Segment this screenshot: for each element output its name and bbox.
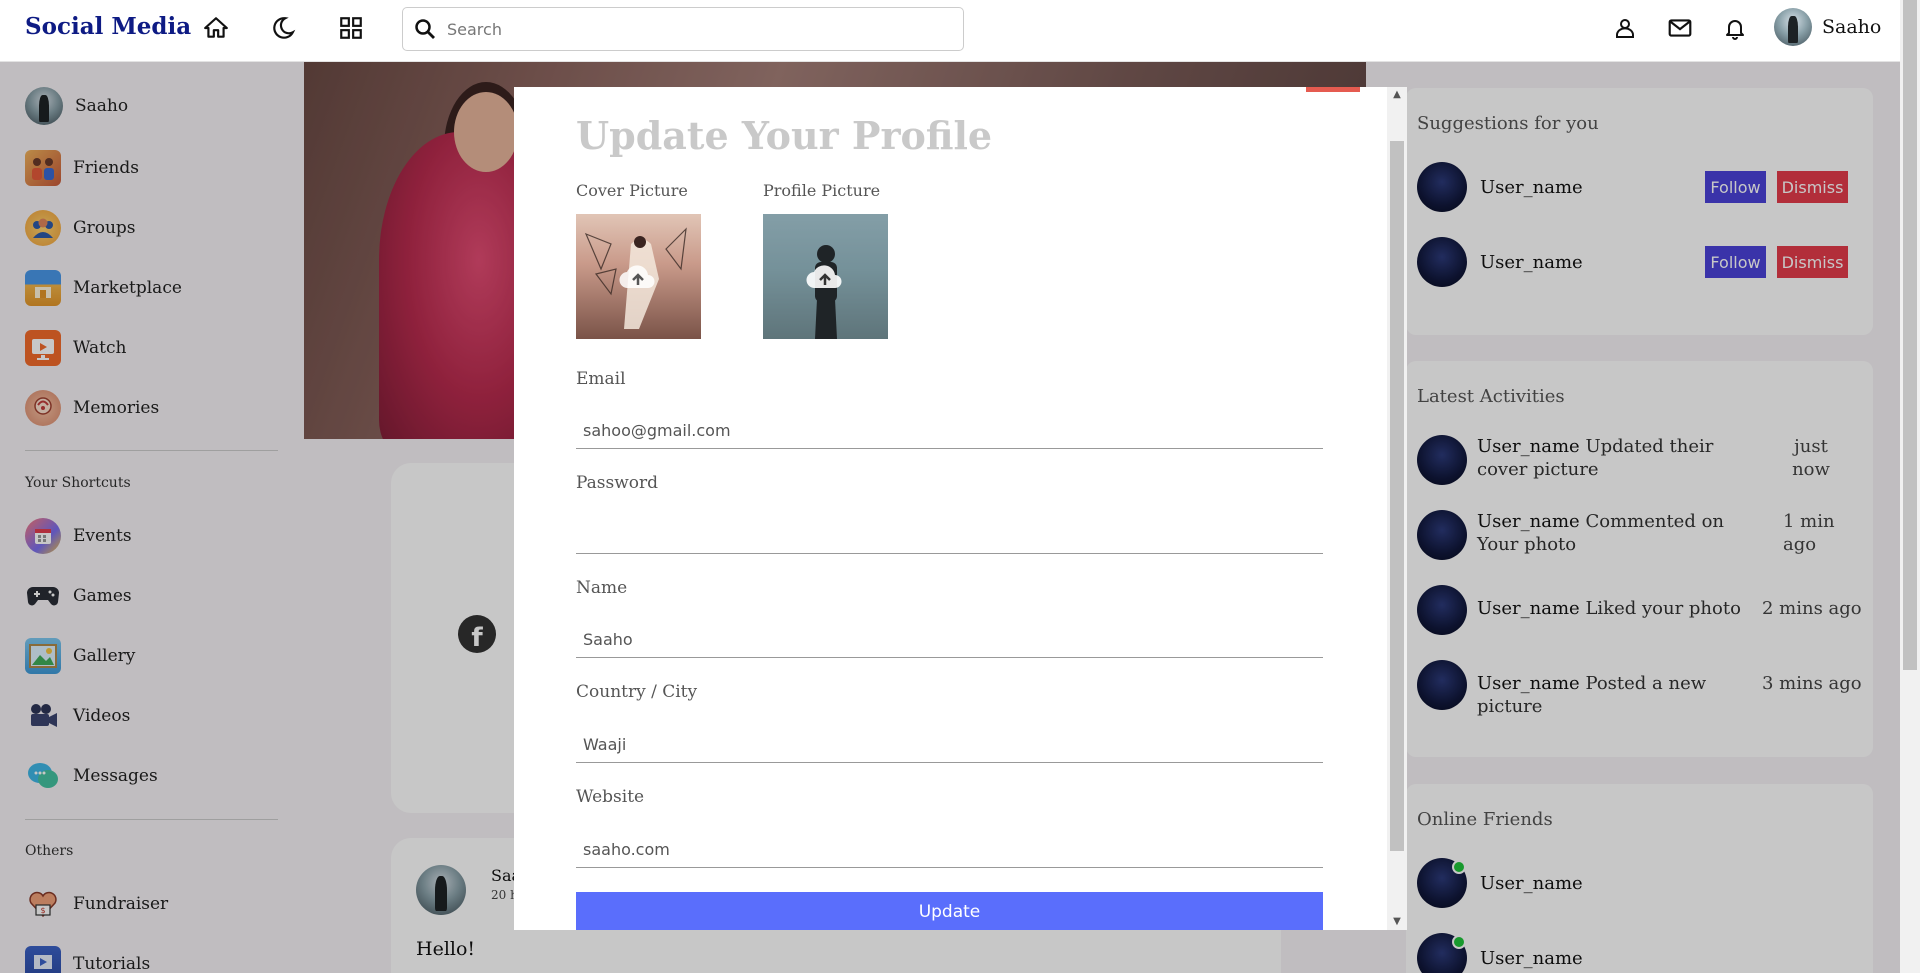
email-label: Email (576, 369, 626, 389)
page-scrollbar[interactable] (1900, 0, 1920, 973)
top-navbar: Social Media Saaho (0, 0, 1900, 62)
bell-icon[interactable] (1721, 14, 1749, 42)
cover-picture-upload[interactable] (576, 214, 701, 339)
cover-picture-label: Cover Picture (576, 181, 688, 200)
email-field[interactable] (576, 413, 1323, 449)
password-label: Password (576, 473, 659, 493)
update-profile-modal: Update Your Profile Cover Picture Profil… (514, 87, 1407, 930)
scroll-up-arrow[interactable]: ▲ (1387, 87, 1407, 103)
nav-user-name: Saaho (1822, 16, 1882, 38)
name-label: Name (576, 578, 628, 598)
profile-picture-label: Profile Picture (763, 181, 881, 200)
country-city-label: Country / City (576, 682, 698, 702)
modal-scrollbar[interactable]: ▲ ▼ (1387, 87, 1407, 930)
apps-grid-icon[interactable] (337, 14, 365, 42)
search-icon[interactable] (403, 8, 447, 50)
app-logo[interactable]: Social Media (25, 13, 191, 40)
search-input[interactable] (447, 19, 947, 39)
upload-icon[interactable] (618, 262, 658, 292)
country-city-field[interactable] (576, 727, 1323, 763)
modal-title: Update Your Profile (576, 113, 993, 158)
close-button[interactable] (1306, 87, 1360, 92)
user-avatar[interactable] (1774, 8, 1812, 46)
modal-scrollbar-thumb[interactable] (1390, 141, 1404, 851)
profile-picture-upload[interactable] (763, 214, 888, 339)
home-icon[interactable] (202, 14, 230, 42)
upload-icon[interactable] (805, 262, 845, 292)
scroll-down-arrow[interactable]: ▼ (1387, 914, 1407, 930)
update-button[interactable]: Update (576, 892, 1323, 930)
name-field[interactable] (576, 622, 1323, 658)
search-bar[interactable] (402, 7, 964, 51)
website-label: Website (576, 787, 645, 807)
website-field[interactable] (576, 832, 1323, 868)
nav-user-menu[interactable]: Saaho (1774, 8, 1881, 46)
dark-mode-icon[interactable] (269, 14, 297, 42)
mail-icon[interactable] (1666, 14, 1694, 42)
person-icon[interactable] (1611, 14, 1639, 42)
page-scrollbar-thumb[interactable] (1903, 0, 1917, 670)
password-field[interactable] (576, 518, 1323, 554)
